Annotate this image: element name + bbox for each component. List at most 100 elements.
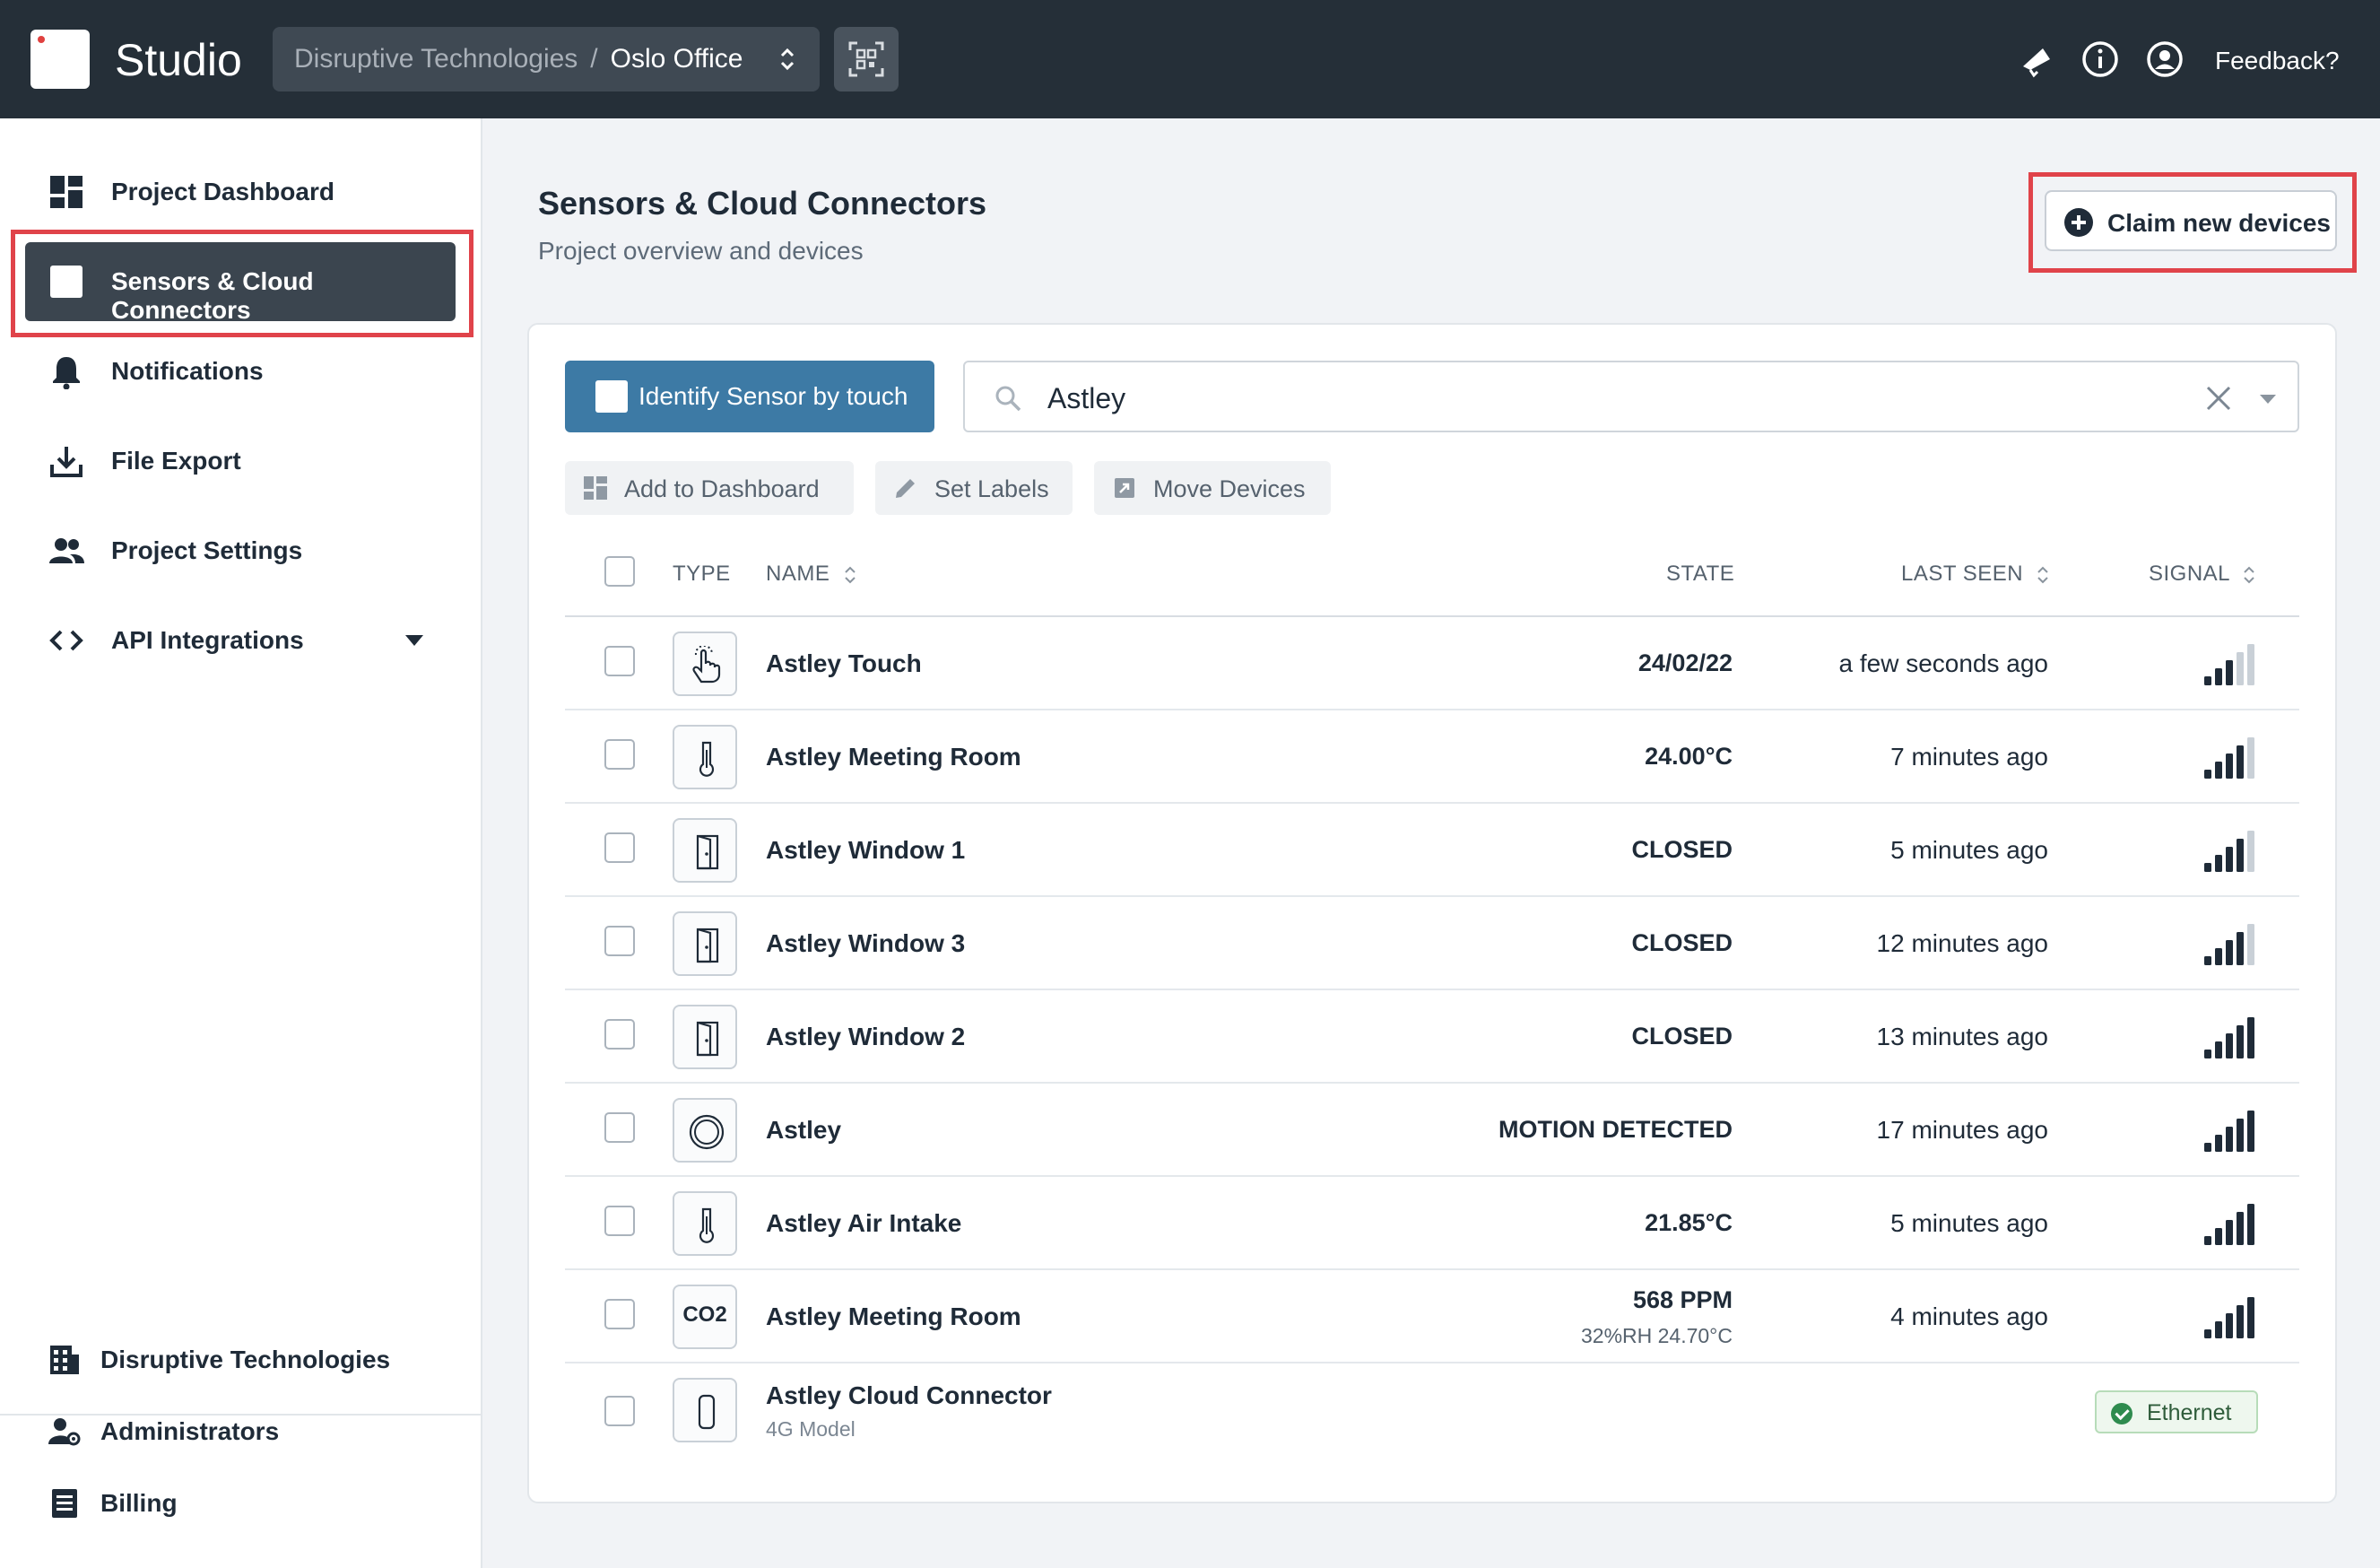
- signal-bar: [2215, 1135, 2222, 1152]
- sidebar-item-project-settings[interactable]: Project Settings: [25, 511, 456, 590]
- sensor-icon: [595, 380, 628, 413]
- motion-sensor-icon: [673, 1098, 737, 1163]
- table-row[interactable]: CO2 Astley Meeting Room 568 PPM 32%RH 24…: [565, 1270, 2299, 1363]
- device-name[interactable]: Astley Air Intake: [766, 1209, 961, 1238]
- announcement-icon[interactable]: [2018, 39, 2057, 79]
- signal-bar: [2215, 1041, 2222, 1058]
- table-row[interactable]: Astley Air Intake 21.85°C 5 minutes ago: [565, 1177, 2299, 1270]
- caret-down-icon[interactable]: [405, 635, 423, 646]
- device-last-seen: 4 minutes ago: [1890, 1302, 2048, 1330]
- door-sensor-icon: [673, 1005, 737, 1069]
- row-checkbox[interactable]: [604, 1299, 635, 1329]
- table-row[interactable]: Astley Window 1 CLOSED 5 minutes ago: [565, 804, 2299, 897]
- device-name[interactable]: Astley Window 1: [766, 836, 965, 865]
- select-all-checkbox[interactable]: [604, 556, 635, 587]
- door-sensor-icon: [673, 911, 737, 976]
- feedback-link[interactable]: Feedback?: [2215, 47, 2340, 75]
- sidebar-item-project-dashboard[interactable]: Project Dashboard: [25, 152, 456, 231]
- signal-strength-icon: [2204, 644, 2254, 685]
- sidebar-item-api-integrations[interactable]: API Integrations: [25, 601, 456, 680]
- signal-bar: [2237, 1119, 2244, 1152]
- close-icon[interactable]: [2204, 384, 2233, 413]
- sidebar-item-notifications[interactable]: Notifications: [25, 332, 456, 411]
- breadcrumb-separator: /: [590, 44, 598, 74]
- column-header-last-seen[interactable]: LAST SEEN: [1901, 562, 2049, 587]
- column-header-type: TYPE: [673, 562, 731, 586]
- row-checkbox[interactable]: [604, 832, 635, 863]
- touch-sensor-icon: [673, 632, 737, 696]
- signal-bar: [2215, 855, 2222, 872]
- signal-bar: [2247, 1017, 2254, 1058]
- column-header-signal[interactable]: SIGNAL: [2149, 562, 2255, 587]
- sidebar-item-label: Administrators: [100, 1417, 280, 1445]
- sidebar-item-organization[interactable]: Disruptive Technologies: [48, 1335, 461, 1389]
- row-checkbox[interactable]: [604, 1112, 635, 1143]
- device-name[interactable]: Astley Meeting Room: [766, 1302, 1021, 1331]
- signal-bar: [2226, 1033, 2233, 1058]
- dashboard-icon: [584, 476, 607, 500]
- table-row[interactable]: Astley Cloud Connector 4G Model Ethernet: [565, 1363, 2299, 1457]
- column-header-label: LAST SEEN: [1901, 562, 2024, 586]
- signal-bar: [2204, 1143, 2211, 1152]
- admin-icon: [48, 1418, 81, 1446]
- connection-label: Ethernet: [2147, 1400, 2232, 1425]
- row-checkbox[interactable]: [604, 1396, 635, 1426]
- table-row[interactable]: Astley Window 2 CLOSED 13 minutes ago: [565, 990, 2299, 1084]
- studio-logo[interactable]: [30, 30, 90, 89]
- add-to-dashboard-button[interactable]: Add to Dashboard: [565, 461, 854, 515]
- signal-bar: [2247, 831, 2254, 872]
- pencil-icon: [896, 479, 915, 498]
- sidebar-item-file-export[interactable]: File Export: [25, 422, 456, 501]
- ethernet-status-badge: Ethernet: [2095, 1390, 2258, 1433]
- signal-bar: [2247, 737, 2254, 779]
- temperature-sensor-icon: [673, 1191, 737, 1256]
- column-header-name[interactable]: NAME: [766, 562, 856, 587]
- device-state: 24.00°C: [1645, 743, 1733, 770]
- table-row[interactable]: Astley Window 3 CLOSED 12 minutes ago: [565, 897, 2299, 990]
- signal-bar: [2215, 1228, 2222, 1245]
- signal-bar: [2226, 847, 2233, 872]
- top-bar: Studio Disruptive Technologies / Oslo Of…: [0, 0, 2380, 118]
- signal-bar: [2226, 1313, 2233, 1338]
- device-last-seen: a few seconds ago: [1838, 649, 2049, 677]
- row-checkbox[interactable]: [604, 1206, 635, 1236]
- device-last-seen: 5 minutes ago: [1890, 1209, 2048, 1237]
- sidebar-item-administrators[interactable]: Administrators: [48, 1407, 461, 1460]
- row-checkbox[interactable]: [604, 926, 635, 956]
- set-labels-button[interactable]: Set Labels: [875, 461, 1073, 515]
- row-checkbox[interactable]: [604, 646, 635, 676]
- device-state: CLOSED: [1631, 836, 1733, 863]
- device-name[interactable]: Astley: [766, 1116, 841, 1145]
- qr-scan-button[interactable]: [834, 27, 899, 91]
- device-name[interactable]: Astley Window 3: [766, 929, 965, 958]
- device-name[interactable]: Astley Cloud Connector: [766, 1381, 1052, 1410]
- table-row[interactable]: Astley Meeting Room 24.00°C 7 minutes ag…: [565, 710, 2299, 804]
- row-checkbox[interactable]: [604, 739, 635, 770]
- project-name: Oslo Office: [610, 44, 743, 74]
- dashboard-icon: [50, 176, 83, 208]
- device-search-input[interactable]: Astley: [963, 361, 2299, 432]
- device-name[interactable]: Astley Meeting Room: [766, 743, 1021, 771]
- table-row[interactable]: Astley MOTION DETECTED 17 minutes ago: [565, 1084, 2299, 1177]
- signal-bar: [2237, 932, 2244, 965]
- table-row[interactable]: Astley Touch 24/02/22 a few seconds ago: [565, 617, 2299, 710]
- page-subtitle: Project overview and devices: [538, 237, 864, 265]
- dropdown-arrow-icon[interactable]: [2260, 395, 2276, 404]
- signal-bar: [2237, 839, 2244, 872]
- row-checkbox[interactable]: [604, 1019, 635, 1050]
- identify-sensor-button[interactable]: Identify Sensor by touch: [565, 361, 934, 432]
- signal-bar: [2226, 940, 2233, 965]
- sidebar-item-billing[interactable]: Billing: [48, 1478, 461, 1532]
- signal-bar: [2204, 956, 2211, 965]
- organization-name: Disruptive Technologies: [294, 44, 578, 74]
- info-icon[interactable]: [2080, 39, 2120, 79]
- claim-new-devices-button[interactable]: Claim new devices: [2045, 190, 2337, 251]
- signal-bar: [2215, 668, 2222, 685]
- account-icon[interactable]: [2145, 39, 2185, 79]
- move-devices-button[interactable]: Move Devices: [1094, 461, 1331, 515]
- signal-strength-icon: [2204, 831, 2254, 872]
- project-selector[interactable]: Disruptive Technologies / Oslo Office: [273, 27, 820, 91]
- device-name[interactable]: Astley Touch: [766, 649, 922, 678]
- device-name[interactable]: Astley Window 2: [766, 1023, 965, 1051]
- action-label: Add to Dashboard: [624, 475, 820, 502]
